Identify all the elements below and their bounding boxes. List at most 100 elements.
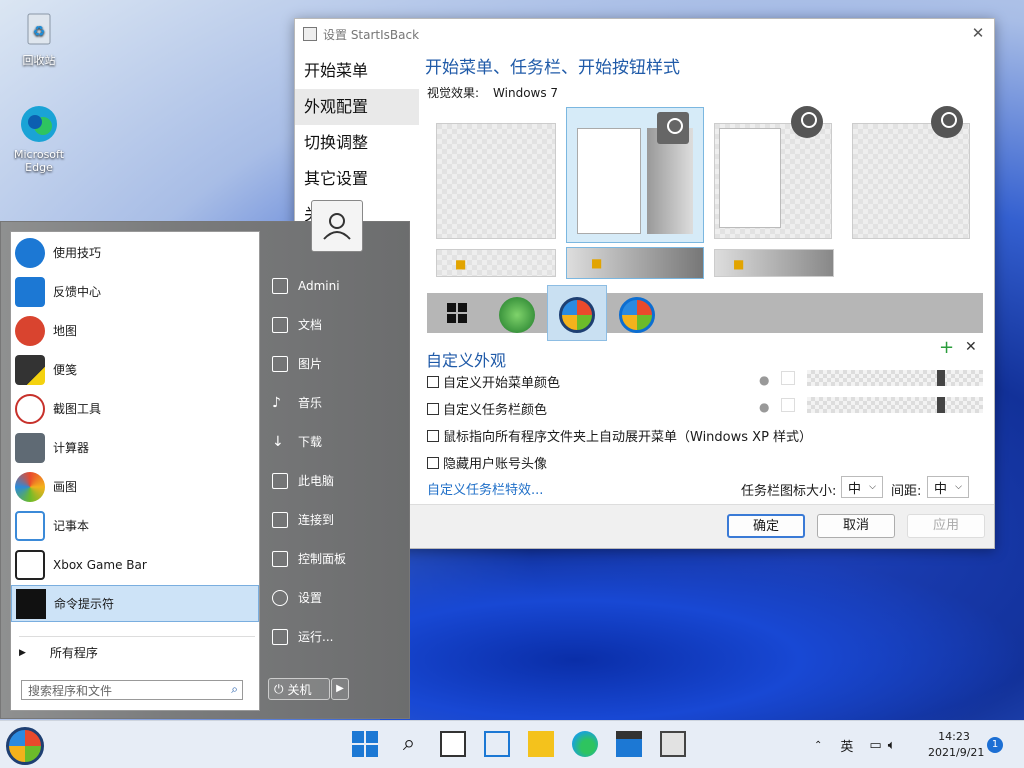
taskbar-effects-link[interactable]: 自定义任务栏特效... (427, 479, 543, 498)
spacing-select[interactable]: 中 ⌵ (927, 476, 969, 498)
color-swatch[interactable] (781, 398, 795, 412)
win7-orb-option[interactable] (559, 297, 595, 333)
button-thumb-2[interactable]: ■ (566, 247, 704, 279)
taskbar-color-slider[interactable] (807, 397, 983, 413)
paint-icon (15, 471, 45, 502)
start-orb-icon[interactable] (6, 727, 44, 765)
start-color-slider[interactable] (807, 370, 983, 386)
shutdown-options-button[interactable]: ▶ (331, 678, 349, 700)
sm-right-user[interactable]: Admini (266, 266, 406, 305)
user-avatar[interactable] (311, 200, 363, 252)
chevron-down-icon: ⌵ (955, 482, 962, 492)
color-drop-icon[interactable]: ● (759, 373, 771, 387)
search-icon[interactable]: ⌕ (231, 682, 238, 697)
all-programs[interactable]: ▶ 所有程序 (11, 634, 259, 671)
icon-size-select[interactable]: 中 ⌵ (841, 476, 883, 498)
apply-button[interactable]: 应用 (907, 514, 985, 538)
notepad-icon (15, 510, 45, 541)
search-icon[interactable]: ⌕ (396, 731, 422, 757)
checkbox[interactable] (427, 429, 439, 442)
svg-text:♻: ♻ (33, 24, 46, 40)
list-item[interactable]: 计算器 (11, 429, 259, 466)
file-explorer-icon[interactable] (528, 731, 554, 757)
list-item[interactable]: 记事本 (11, 507, 259, 544)
widgets-icon[interactable] (484, 731, 510, 757)
sm-right-settings[interactable]: 设置 (266, 578, 406, 617)
sm-right-run[interactable]: 运行... (266, 617, 406, 656)
startisback-icon[interactable] (660, 731, 686, 757)
clock[interactable]: 14:23 2021/9/21 (928, 729, 985, 761)
button-thumb-3[interactable]: ■ (714, 249, 834, 277)
store-icon[interactable] (616, 731, 642, 757)
nav-other[interactable]: 其它设置 (295, 161, 419, 197)
clock-date: 2021/9/21 (928, 746, 985, 759)
checkbox[interactable] (427, 456, 439, 469)
item-label: 便笺 (53, 363, 78, 377)
sm-right-this-pc[interactable]: 此电脑 (266, 461, 406, 500)
style-thumb-3[interactable] (714, 106, 832, 239)
sm-right-connect[interactable]: 连接到 (266, 500, 406, 539)
nav-start-menu[interactable]: 开始菜单 (295, 53, 419, 89)
style-thumb-1[interactable] (436, 123, 556, 239)
tips-icon (15, 237, 45, 268)
run-icon (272, 628, 288, 645)
ok-button[interactable]: 确定 (727, 514, 805, 538)
list-item[interactable]: 地图 (11, 312, 259, 349)
settings-titlebar[interactable]: 设置 StartIsBack (295, 19, 994, 49)
list-item[interactable]: 使用技巧 (11, 234, 259, 271)
option-start-color[interactable]: 自定义开始菜单颜色 (427, 372, 560, 391)
windows-logo-option[interactable] (447, 303, 467, 323)
checkbox[interactable] (427, 375, 439, 388)
item-label: 画图 (53, 480, 78, 494)
edge-label: Microsoft Edge (13, 148, 65, 174)
style-thumb-4[interactable] (852, 106, 970, 239)
edge-icon[interactable] (572, 731, 598, 757)
sm-right-documents[interactable]: 文档 (266, 305, 406, 344)
color-swatch[interactable] (781, 371, 795, 385)
close-icon[interactable]: ✕ (970, 25, 986, 41)
remove-icon[interactable]: ✕ (965, 339, 977, 355)
add-icon[interactable]: + (939, 337, 954, 358)
list-item[interactable]: Xbox Game Bar (11, 546, 259, 583)
sm-right-downloads[interactable]: ↓ 下载 (266, 422, 406, 461)
option-xp-expand[interactable]: 鼠标指向所有程序文件夹上自动展开菜单（Windows XP 样式） (427, 426, 812, 445)
feedback-icon (15, 276, 45, 307)
sm-right-music[interactable]: ♪ 音乐 (266, 383, 406, 422)
slider-thumb[interactable] (937, 370, 945, 386)
list-item[interactable]: 便笺 (11, 351, 259, 388)
nav-appearance[interactable]: 外观配置 (295, 89, 419, 125)
windows-start-icon[interactable] (352, 731, 378, 757)
recycle-bin-icon[interactable]: ♻ 回收站 (7, 8, 71, 68)
cancel-button[interactable]: 取消 (817, 514, 895, 538)
color-drop-icon[interactable]: ● (759, 400, 771, 414)
nav-switch[interactable]: 切换调整 (295, 125, 419, 161)
option-taskbar-color[interactable]: 自定义任务栏颜色 (427, 399, 547, 418)
sm-right-pictures[interactable]: 图片 (266, 344, 406, 383)
checkbox[interactable] (427, 402, 439, 415)
list-item[interactable]: 命令提示符 (11, 585, 259, 622)
list-item[interactable]: 截图工具 (11, 390, 259, 427)
item-label: 计算器 (53, 441, 90, 455)
ime-indicator[interactable]: 英 (840, 736, 853, 755)
icon-size-label: 任务栏图标大小: (741, 484, 837, 499)
search-input[interactable]: 搜索程序和文件 ⌕ (21, 680, 243, 700)
volume-icon[interactable]: 🔈︎ (888, 738, 896, 753)
task-view-icon[interactable] (440, 731, 466, 757)
notification-badge[interactable]: 1 (987, 737, 1003, 753)
chevron-up-icon[interactable]: ⌃ (814, 740, 822, 751)
button-thumb-1[interactable]: ■ (436, 249, 556, 277)
list-item[interactable]: 画图 (11, 468, 259, 505)
slider-thumb[interactable] (937, 397, 945, 413)
item-label: 截图工具 (53, 402, 102, 416)
edge-desktop-icon[interactable]: Microsoft Edge (7, 104, 71, 174)
clover-orb-option[interactable] (499, 297, 535, 333)
sm-right-control-panel[interactable]: 控制面板 (266, 539, 406, 578)
list-item[interactable]: 反馈中心 (11, 273, 259, 310)
vista-orb-option[interactable] (619, 297, 655, 333)
option-hide-avatar[interactable]: 隐藏用户账号头像 (427, 453, 547, 472)
shutdown-button[interactable]: ⏻ 关机 (268, 678, 330, 700)
xbox-game-bar-icon (15, 549, 45, 580)
style-thumb-2[interactable] (566, 107, 704, 243)
network-icon[interactable]: ▭ (869, 738, 881, 753)
preview-avatar (931, 106, 963, 138)
